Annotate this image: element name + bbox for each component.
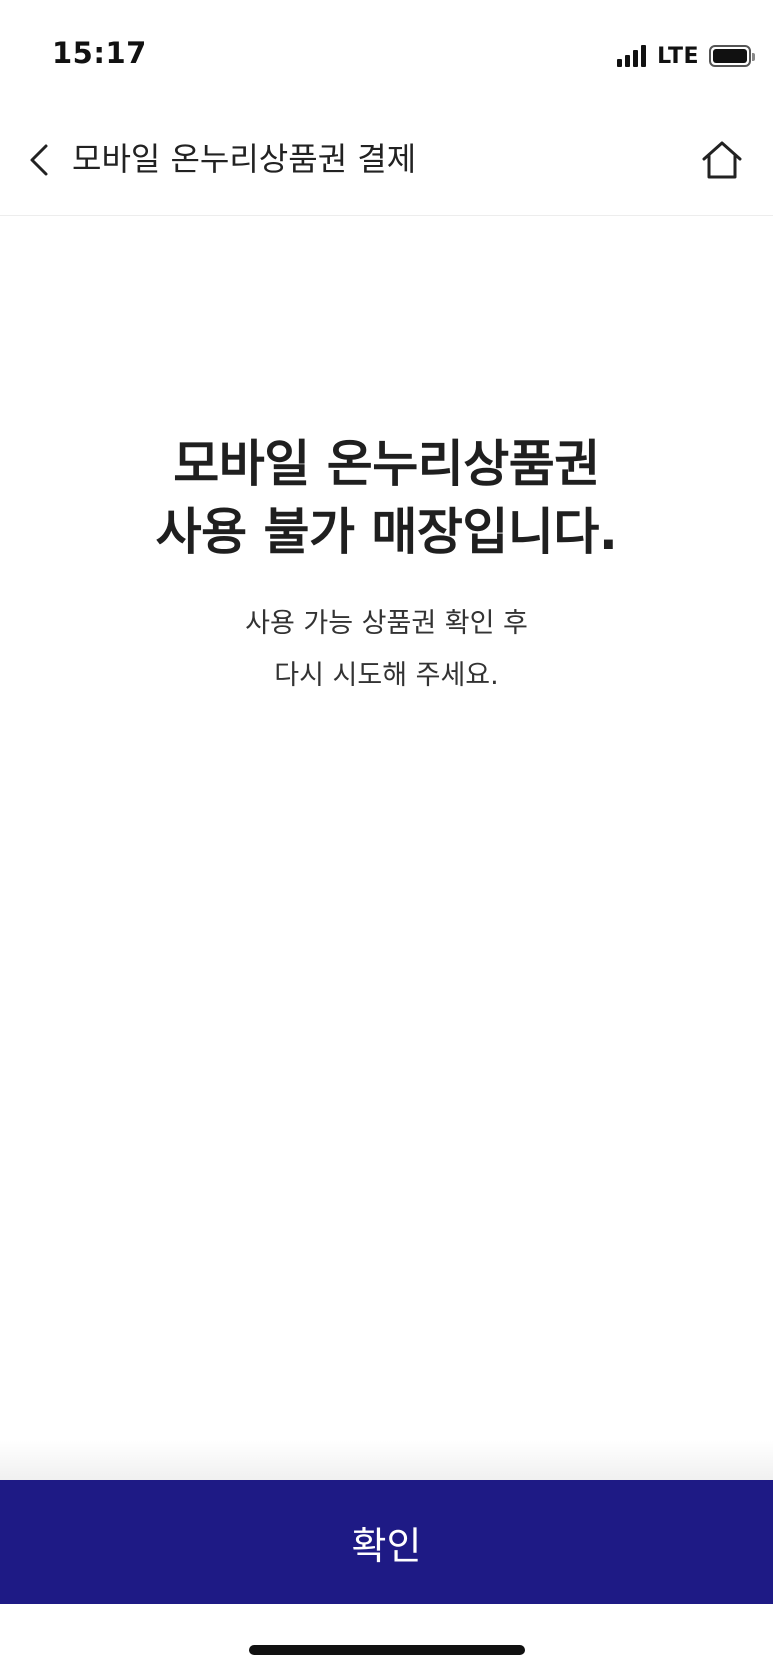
app-header: 모바일 온누리상품권 결제 bbox=[0, 105, 773, 216]
status-time: 15:17 bbox=[52, 36, 147, 70]
home-icon bbox=[702, 141, 742, 179]
message-sub-line1: 사용 가능 상품권 확인 후 bbox=[245, 608, 528, 639]
network-label: LTE bbox=[657, 43, 699, 69]
battery-icon bbox=[709, 45, 755, 67]
back-button[interactable] bbox=[20, 138, 64, 182]
status-bar: 15:17 LTE bbox=[0, 0, 773, 100]
message-title-line2: 사용 불가 매장입니다. bbox=[155, 503, 618, 561]
signal-bars-icon bbox=[617, 45, 649, 67]
message-title-line1: 모바일 온누리상품권 bbox=[173, 435, 600, 493]
message-block: 모바일 온누리상품권 사용 불가 매장입니다. 사용 가능 상품권 확인 후 다… bbox=[0, 430, 773, 702]
page-title: 모바일 온누리상품권 결제 bbox=[72, 140, 417, 178]
status-indicators: LTE bbox=[617, 42, 755, 70]
home-button[interactable] bbox=[699, 137, 745, 183]
message-title: 모바일 온누리상품권 사용 불가 매장입니다. bbox=[0, 430, 773, 566]
screen: 15:17 LTE 모바일 온누리상품권 결제 모바일 온누리상품권 사용 불가… bbox=[0, 0, 773, 1674]
message-sub-line2: 다시 시도해 주세요. bbox=[274, 660, 499, 691]
message-subtitle: 사용 가능 상품권 확인 후 다시 시도해 주세요. bbox=[0, 598, 773, 702]
bottom-shadow bbox=[0, 1440, 773, 1480]
confirm-button[interactable]: 확인 bbox=[0, 1480, 773, 1604]
home-indicator[interactable] bbox=[249, 1645, 525, 1655]
chevron-left-icon bbox=[30, 144, 48, 176]
